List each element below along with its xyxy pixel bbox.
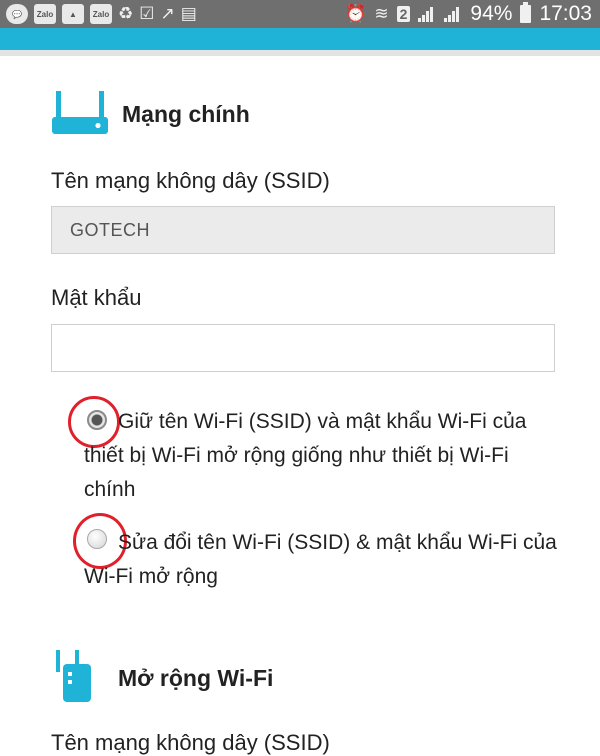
app-bar bbox=[0, 28, 600, 50]
zalo-icon: Zalo bbox=[34, 4, 56, 24]
clock: 17:03 bbox=[539, 2, 592, 25]
password-label: Mật khẩu bbox=[51, 285, 142, 310]
battery-icon bbox=[520, 2, 532, 23]
extender-header: Mở rộng Wi-Fi bbox=[52, 650, 273, 706]
extender-icon bbox=[56, 650, 91, 702]
zalo-icon: Zalo bbox=[90, 4, 112, 24]
share-icon: ↗ bbox=[160, 4, 175, 23]
modify-ssid-option[interactable]: Sửa đổi tên Wi-Fi (SSID) & mật khẩu Wi-F… bbox=[84, 526, 564, 594]
router-icon bbox=[52, 91, 108, 134]
wifi-icon: ≋ bbox=[374, 4, 389, 23]
signal-icon-2 bbox=[444, 6, 462, 22]
keep-ssid-option[interactable]: Giữ tên Wi-Fi (SSID) và mật khẩu Wi-Fi c… bbox=[84, 405, 564, 507]
status-bar: 💬 Zalo ▲ Zalo ♻ ☑ ↗ ▤ ⏰ ≋ 2 94% 17:03 bbox=[0, 0, 600, 28]
ssid-label: Tên mạng không dây (SSID) bbox=[51, 168, 330, 193]
modify-ssid-label: Sửa đổi tên Wi-Fi (SSID) & mật khẩu Wi-F… bbox=[84, 531, 557, 588]
battery-percent: 94% bbox=[470, 2, 513, 25]
ssid-field[interactable]: GOTECH bbox=[51, 206, 555, 254]
app-bar-shadow bbox=[0, 50, 600, 56]
main-network-title: Mạng chính bbox=[122, 100, 250, 127]
sim-badge: 2 bbox=[396, 6, 411, 22]
image-icon: ▲ bbox=[62, 4, 84, 24]
chat-icon: 💬 bbox=[6, 4, 28, 24]
recycle-icon: ♻ bbox=[118, 4, 134, 23]
document-icon: ▤ bbox=[180, 4, 197, 23]
main-network-header: Mạng chính bbox=[52, 90, 250, 138]
extender-title: Mở rộng Wi-Fi bbox=[118, 664, 274, 691]
password-field[interactable] bbox=[51, 324, 555, 372]
keep-ssid-label: Giữ tên Wi-Fi (SSID) và mật khẩu Wi-Fi c… bbox=[84, 410, 527, 501]
extender-ssid-label: Tên mạng không dây (SSID) bbox=[51, 730, 330, 755]
signal-icon bbox=[418, 6, 436, 22]
alarm-icon: ⏰ bbox=[345, 4, 367, 23]
notification-icons: 💬 Zalo ▲ Zalo ♻ ☑ ↗ ▤ bbox=[0, 4, 197, 24]
system-icons: ⏰ ≋ 2 94% 17:03 bbox=[345, 2, 600, 26]
checkbox-icon: ☑ bbox=[139, 4, 155, 23]
